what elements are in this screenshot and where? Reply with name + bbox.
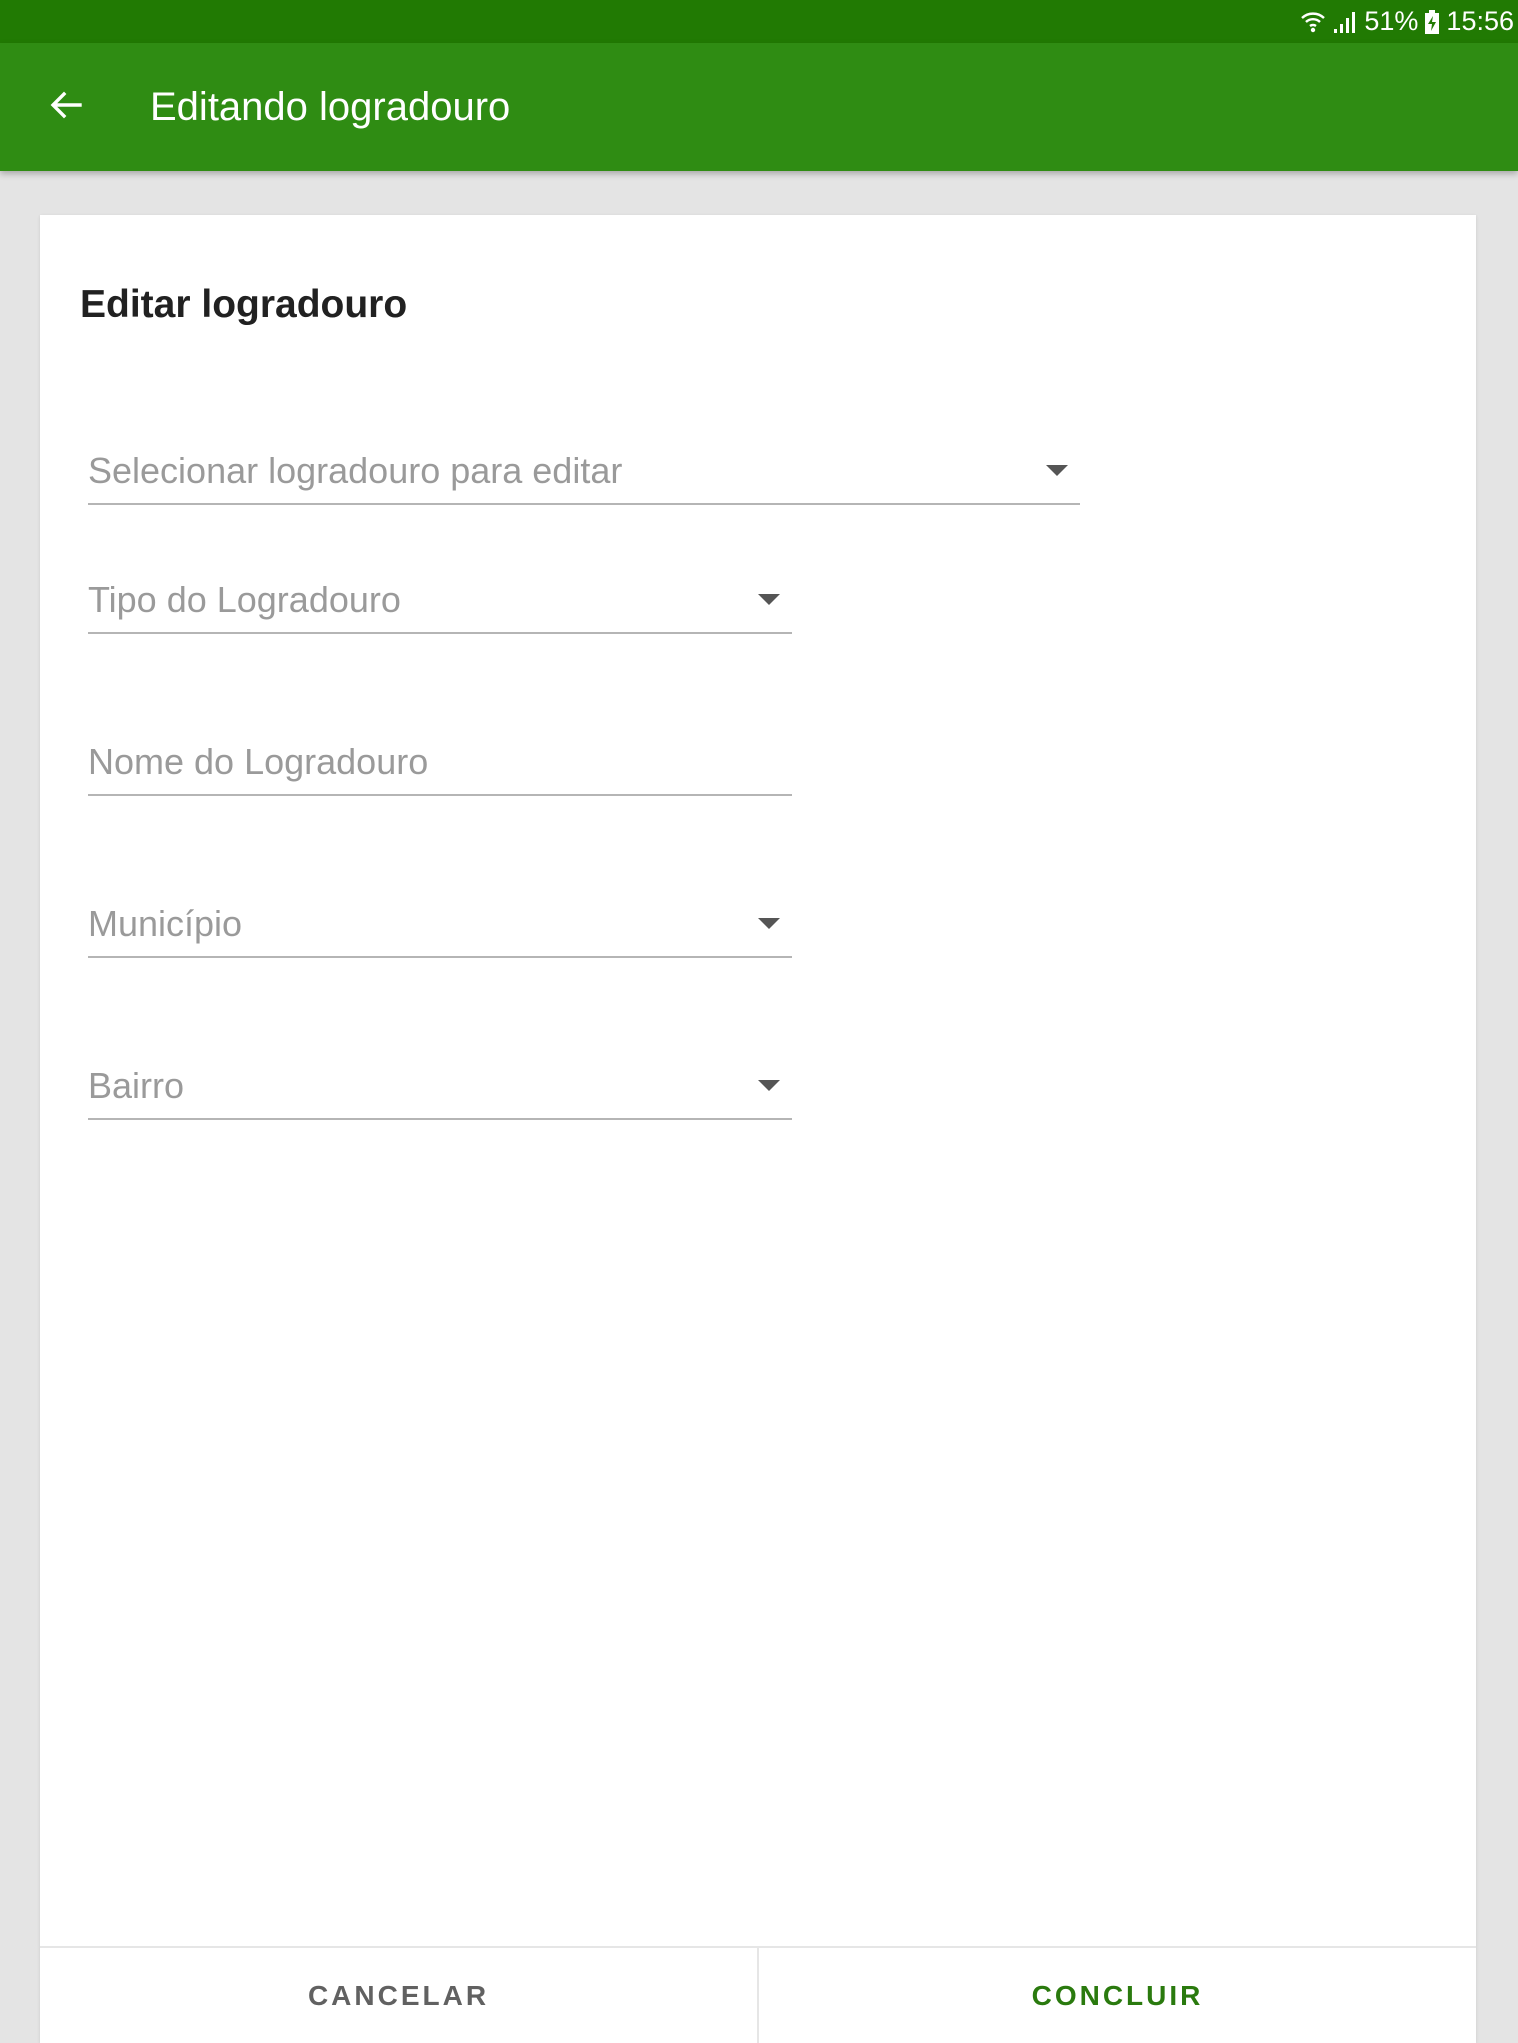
page-title: Editando logradouro [150,85,511,129]
select-logradouro-dropdown[interactable]: Selecionar logradouro para editar [88,449,1080,505]
bairro-dropdown[interactable]: Bairro [88,1064,792,1120]
chevron-down-icon [758,918,780,929]
chevron-down-icon [758,1080,780,1091]
cancel-button[interactable]: CANCELAR [40,1948,759,2043]
nome-logradouro-field[interactable] [88,740,792,796]
app-bar: Editando logradouro [0,43,1518,171]
tipo-logradouro-dropdown[interactable]: Tipo do Logradouro [88,578,792,634]
select-logradouro-placeholder: Selecionar logradouro para editar [88,450,623,491]
edit-card: Editar logradouro Selecionar logradouro … [40,215,1476,2043]
battery-percent: 51% [1364,6,1419,36]
dialog-actions: CANCELAR CONCLUIR [40,1946,1476,2043]
clock: 15:56 [1446,6,1514,36]
signal-icon [1332,9,1358,35]
bairro-placeholder: Bairro [88,1065,185,1106]
municipio-dropdown[interactable]: Município [88,902,792,958]
back-button[interactable] [30,71,102,143]
nome-logradouro-input[interactable] [88,740,792,784]
battery-charging-icon [1424,9,1440,35]
concluir-button[interactable]: CONCLUIR [759,1948,1476,2043]
chevron-down-icon [758,594,780,605]
card-title: Editar logradouro [80,283,408,326]
status-bar: 51% 15:56 [0,0,1518,43]
municipio-placeholder: Município [88,903,243,944]
chevron-down-icon [1046,465,1068,476]
arrow-back-icon [48,87,84,128]
tipo-logradouro-placeholder: Tipo do Logradouro [88,579,401,620]
wifi-icon [1300,9,1326,35]
